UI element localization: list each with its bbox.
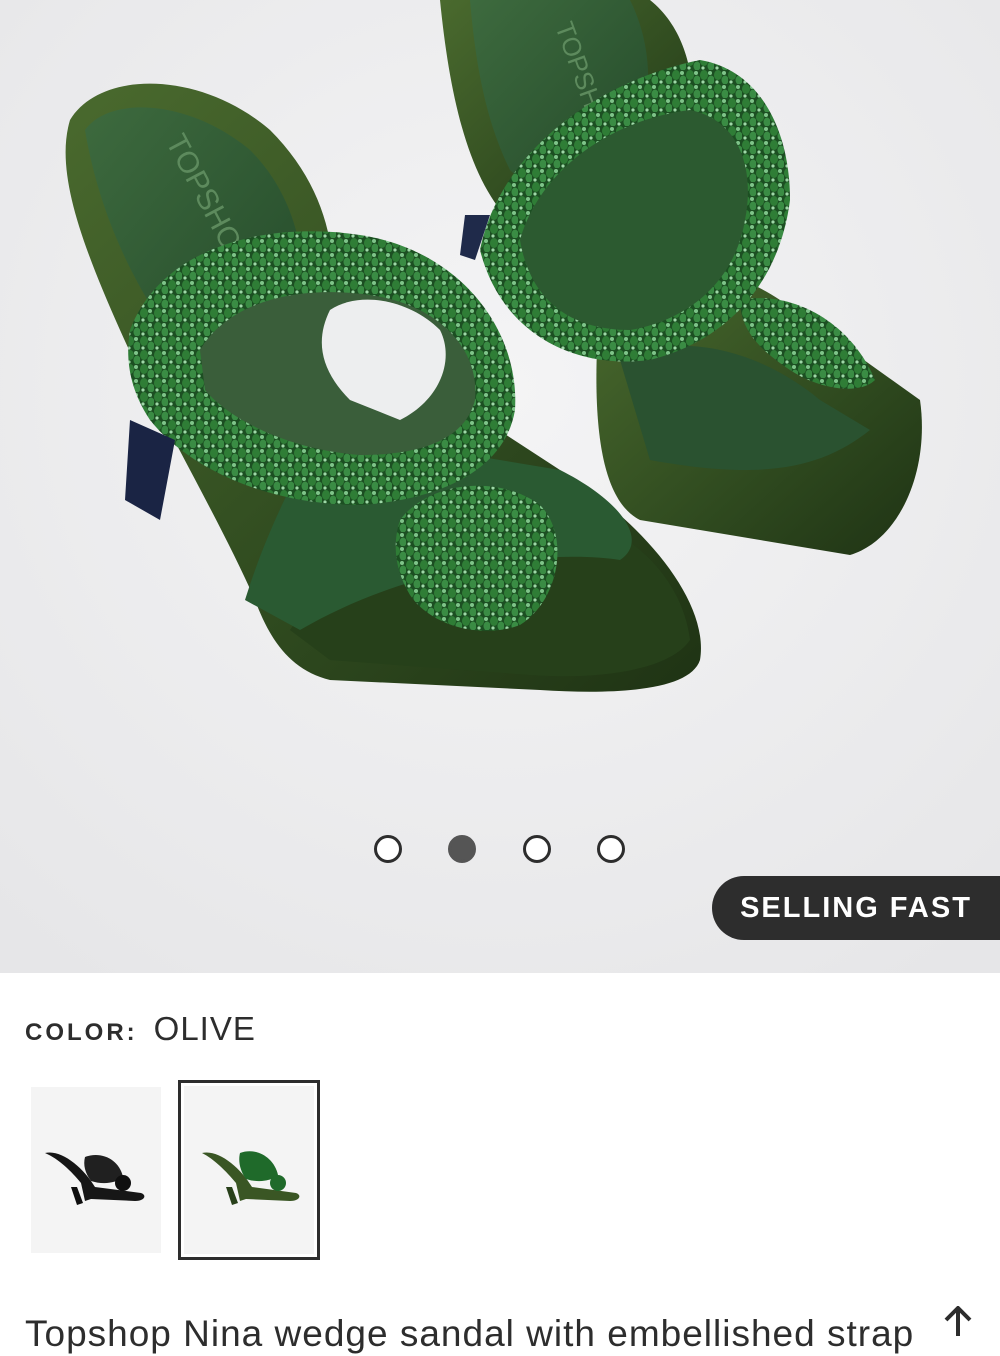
color-swatch-black[interactable] [31,1087,161,1253]
black-sandal-thumbnail [31,1087,161,1253]
arrow-up-icon [944,1305,972,1336]
color-swatch-olive-selected[interactable] [178,1080,320,1260]
color-swatch-olive[interactable] [184,1086,314,1254]
product-image-gallery[interactable]: TOPSHOP TOPSHOP SELLING FAST [0,0,1000,973]
carousel-dot-1[interactable] [374,835,402,863]
color-selector-heading: COLOR: OLIVE [25,1010,256,1066]
back-to-top-button[interactable] [938,1305,978,1336]
carousel-dots [0,835,1000,871]
carousel-dot-3[interactable] [523,835,551,863]
color-value: OLIVE [153,1010,256,1047]
carousel-dot-2[interactable] [448,835,476,863]
carousel-dot-4[interactable] [597,835,625,863]
product-title: Topshop Nina wedge sandal with embellish… [25,1313,915,1354]
color-label: COLOR: [25,1019,138,1046]
product-photo: TOPSHOP TOPSHOP [0,0,1000,973]
selling-fast-badge: SELLING FAST [712,876,1000,940]
olive-sandal-thumbnail [184,1087,314,1253]
